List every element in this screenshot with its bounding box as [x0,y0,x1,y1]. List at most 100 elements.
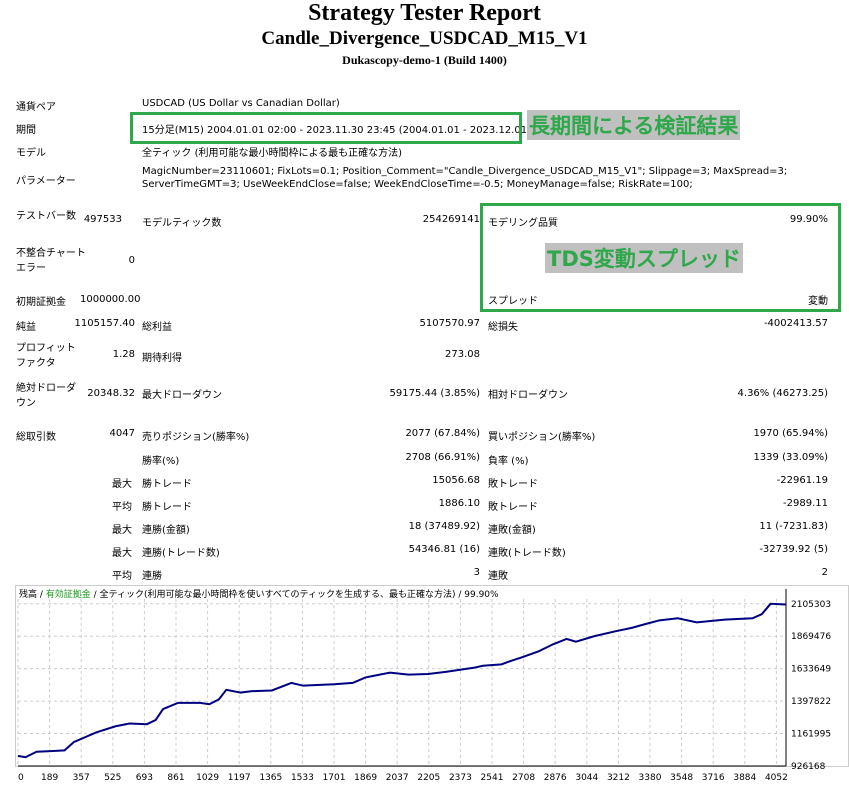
label: 最大 [112,525,132,536]
x-tick-label: 3884 [733,773,756,783]
label: 勝トレード [142,479,192,490]
value: USDCAD (US Dollar vs Canadian Dollar) [142,98,340,109]
value: 273.08 [445,349,480,360]
legend-balance: 残高 [19,588,37,600]
value: 20348.32 [87,388,135,399]
x-tick-label: 2876 [544,773,567,783]
label: モデルティック数 [142,218,222,229]
label: 総損失 [488,322,518,333]
value: 1.28 [112,349,135,360]
value: 1105157.40 [74,318,135,329]
label: 平均 [112,571,132,582]
label: 連勝 [142,571,162,582]
x-tick-label: 2037 [386,773,409,783]
x-tick-label: 1029 [196,773,219,783]
label: 敗トレード [488,502,538,513]
label: 敗トレード [488,479,538,490]
value: 497533 [83,214,122,225]
y-tick-label: 2105303 [791,600,831,610]
label: 最大 [112,548,132,559]
label: スプレッド [488,296,538,307]
y-tick-label: 1869476 [791,632,831,642]
x-tick-label: 2373 [449,773,472,783]
x-tick-label: 3716 [702,773,725,783]
label: 期間 [16,125,36,136]
label: 平均 [112,502,132,513]
label: 連勝(金額) [142,525,190,536]
value: ServerTimeGMT=3; UseWeekEndClose=false; … [142,179,693,190]
x-tick-label: 3212 [607,773,630,783]
value: -22961.19 [776,475,828,486]
label: 最大 [112,479,132,490]
label: 連勝(トレード数) [142,548,220,559]
annotation: 長期間による検証結果 [527,110,741,140]
value: 4047 [109,428,135,439]
balance-line [17,602,787,759]
value: 1000000.00 [80,294,141,305]
x-tick-label: 525 [104,773,121,783]
x-tick-label: 693 [136,773,153,783]
x-tick-label: 3548 [670,773,693,783]
value: 2708 (66.91%) [405,452,480,463]
y-tick-label: 1397822 [791,697,831,707]
legend-rest: / 全ティック(利用可能な最小時間枠を使いすべてのティックを生成する、最も正確な… [91,588,499,600]
label: 勝トレード [142,502,192,513]
x-tick-label: 1869 [354,773,377,783]
value: 4.36% (46273.25) [737,388,828,399]
value: 54346.81 (16) [408,544,480,555]
label: 総取引数 [16,432,56,443]
legend-equity: 有効証拠金 [46,588,91,600]
x-tick-label: 2205 [417,773,440,783]
annotation: TDS変動スプレッド [545,243,743,273]
label: 売りポジション(勝率%) [142,432,250,443]
value: 1886.10 [438,498,480,509]
label: 総利益 [142,322,172,333]
value: 2077 (67.84%) [405,428,480,439]
x-tick-label: 2541 [481,773,504,783]
value: 11 (-7231.83) [759,521,828,532]
x-tick-label: 4052 [765,773,788,783]
label: 純益 [16,322,36,333]
x-tick-label: 1365 [259,773,282,783]
value: 2 [821,567,828,578]
value: 59175.44 (3.85%) [389,388,480,399]
legend-sep: / [37,590,46,600]
value: 1970 (65.94%) [753,428,828,439]
label: パラメーター [16,176,76,187]
x-tick-label: 189 [41,773,58,783]
label: 買いポジション(勝率%) [488,432,596,443]
x-tick-label: 357 [73,773,90,783]
expert-name: Candle_Divergence_USDCAD_M15_V1 [261,28,588,49]
label: 勝率(%) [142,456,180,467]
value: -4002413.57 [763,318,828,329]
y-tick-label: 1633649 [791,665,831,675]
x-tick-label: 2708 [512,773,535,783]
x-tick-label: 3044 [575,773,598,783]
value: 全ティック (利用可能な最小時間枠による最も正確な方法) [142,148,403,159]
label: 通貨ペア [16,102,56,113]
label: 連敗 [488,571,508,582]
x-tick-label: 0 [18,773,24,783]
value: MagicNumber=23110601; FixLots=0.1; Posit… [142,166,788,177]
value: 5107570.97 [419,318,480,329]
value: -2989.11 [783,498,828,509]
server-build: Dukascopy-demo-1 (Build 1400) [342,53,507,67]
value: 変動 [808,296,828,307]
label: モデル [16,148,46,159]
value: 18 (37489.92) [408,521,480,532]
x-tick-label: 1533 [291,773,314,783]
report-title: Strategy Tester Report [308,0,541,26]
label: 期待利得 [142,353,182,364]
label: 連敗(トレード数) [488,548,566,559]
value: 15056.68 [432,475,480,486]
value: 3 [473,567,480,578]
label: 最大ドローダウン [142,390,222,401]
balance-chart: 0 189 357 525 693 861 1029 1197 1365 1533 1701 1869… [15,585,849,783]
x-tick-label: 861 [167,773,184,783]
x-tick-label: 1197 [228,773,251,783]
label: 相対ドローダウン [488,390,568,401]
label: 初期証拠金 [16,297,66,308]
value: -32739.92 (5) [759,544,828,555]
x-tick-label: 3380 [639,773,662,783]
highlight-box [130,112,522,144]
